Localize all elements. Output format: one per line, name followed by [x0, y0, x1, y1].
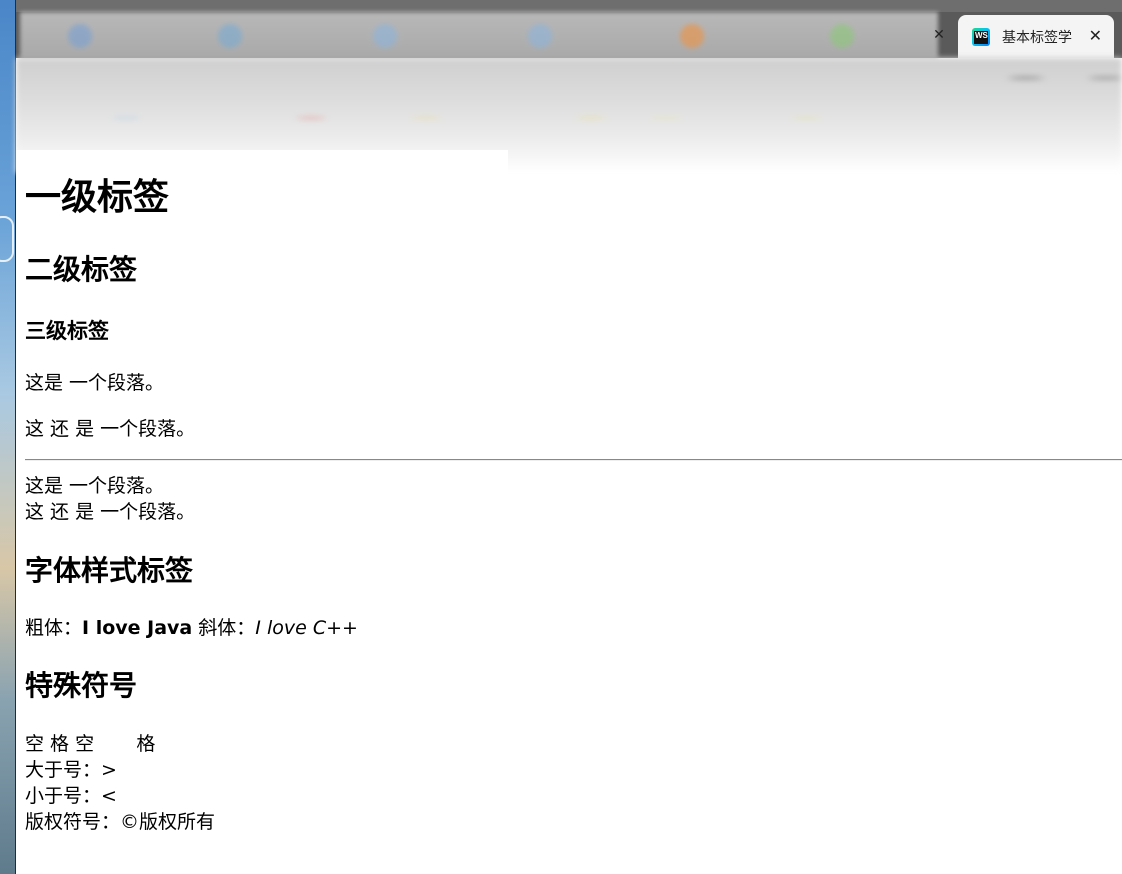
- active-tab[interactable]: WS 基本标签学 ✕: [958, 15, 1114, 58]
- font-style-line: 粗体：I love Java 斜体：I love C++: [25, 615, 358, 641]
- heading-level-3: 三级标签: [25, 319, 109, 343]
- greater-than-line: 大于号：>: [25, 759, 117, 781]
- less-than-line: 小于号：<: [25, 785, 117, 807]
- inactive-tabs[interactable]: [20, 12, 938, 58]
- copyright-line: 版权符号：©版权所有: [25, 811, 216, 833]
- tab-title: 基本标签学: [1002, 29, 1072, 46]
- line-break-text-1: 这是 一个段落。: [25, 475, 165, 497]
- desktop-background: [0, 0, 16, 874]
- italic-text: I love C++: [255, 617, 358, 639]
- space-symbol-line: 空 格 空 格: [25, 733, 156, 755]
- previous-tab-close-icon[interactable]: ✕: [930, 26, 948, 44]
- page-top-edge: [16, 150, 508, 174]
- paragraph-2: 这 还 是 一个段落。: [25, 418, 196, 440]
- desktop-widget: [0, 216, 14, 262]
- line-break-text-2: 这 还 是 一个段落。: [25, 501, 196, 523]
- browser-titlebar: [16, 0, 1122, 12]
- heading-level-2: 二级标签: [25, 253, 138, 286]
- webstorm-favicon-icon: WS: [972, 27, 990, 46]
- bold-text: I love Java: [82, 617, 193, 639]
- tab-close-icon[interactable]: ✕: [1089, 27, 1102, 45]
- paragraph-1: 这是 一个段落。: [25, 372, 165, 394]
- italic-label: 斜体：: [192, 617, 256, 639]
- font-style-heading: 字体样式标签: [25, 554, 194, 587]
- special-symbols-heading: 特殊符号: [25, 669, 138, 702]
- heading-level-1: 一级标签: [25, 177, 170, 218]
- horizontal-rule: [25, 459, 1122, 461]
- bold-label: 粗体：: [25, 617, 83, 639]
- favicon-label: WS: [974, 30, 988, 44]
